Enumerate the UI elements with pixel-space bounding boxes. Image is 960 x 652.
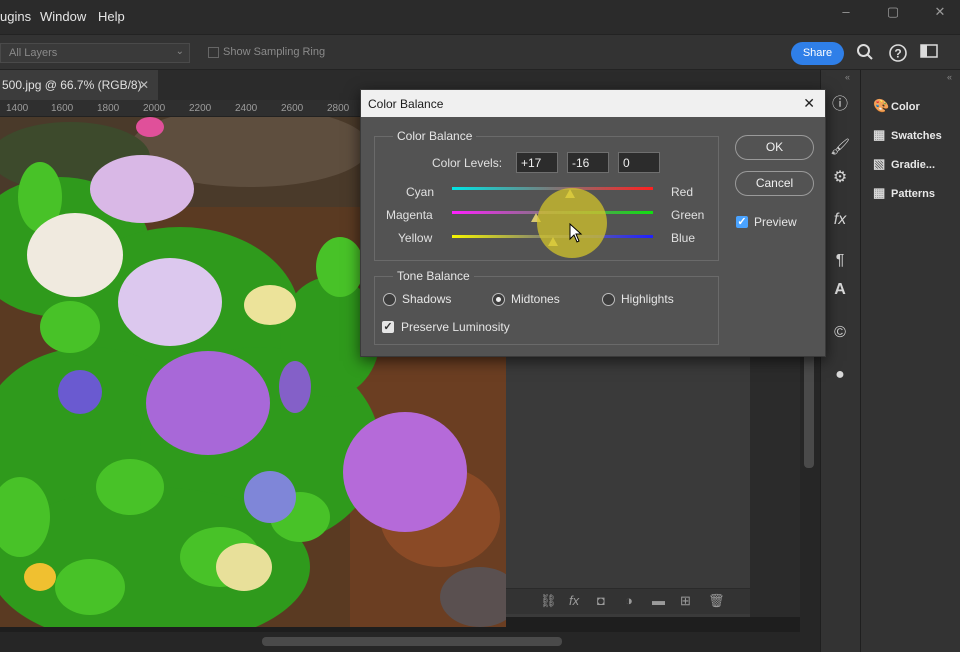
character-icon[interactable]: A [829, 279, 851, 301]
layers-panel [506, 357, 750, 617]
paragraph-icon[interactable]: ¶ [829, 250, 851, 272]
brush-icon[interactable]: 🖌 [829, 137, 851, 159]
adjustments-icon[interactable]: ⚙ [829, 167, 851, 189]
fx-icon[interactable]: fx [569, 593, 579, 608]
cancel-button[interactable]: Cancel [735, 171, 814, 196]
palette-icon: 🎨 [873, 98, 890, 113]
gradient-icon: ▧ [873, 156, 886, 171]
minimize-icon[interactable]: – [833, 4, 859, 24]
mouse-cursor-icon [569, 222, 583, 248]
level-magenta-green-input[interactable]: -16 [567, 152, 609, 173]
dialog-titlebar[interactable]: Color Balance ✕ [361, 90, 825, 117]
search-icon[interactable] [854, 43, 876, 65]
slider-left-label: Magenta [386, 208, 433, 222]
close-icon[interactable]: ✕ [803, 95, 815, 112]
chevron-down-icon: ⌄ [175, 46, 184, 57]
sampling-ring-checkbox[interactable] [208, 47, 219, 58]
new-layer-icon[interactable]: ⊞ [680, 593, 691, 609]
panel-patterns[interactable]: ▦ Patterns [873, 185, 935, 203]
camera-raw-icon[interactable]: © [829, 322, 851, 344]
ruler-tick: 2000 [143, 103, 166, 114]
shadows-radio[interactable] [383, 293, 396, 306]
group-title: Color Balance [393, 129, 477, 143]
ruler-tick: 2400 [235, 103, 258, 114]
options-bar: All Layers ⌄ Show Sampling Ring Share ? [0, 34, 960, 70]
sample-layers-select[interactable]: All Layers ⌄ [0, 43, 190, 63]
ruler-tick: 2600 [281, 103, 304, 114]
slider-left-label: Yellow [398, 231, 433, 245]
ruler-tick: 2200 [189, 103, 212, 114]
dialog-title: Color Balance [368, 97, 444, 111]
level-yellow-blue-input[interactable]: 0 [618, 152, 660, 173]
tone-balance-group: Tone Balance [374, 269, 719, 345]
ruler-tick: 1800 [97, 103, 120, 114]
close-icon[interactable]: ✕ [139, 78, 149, 92]
preserve-luminosity-label: Preserve Luminosity [401, 320, 510, 334]
panel-color[interactable]: 🎨 Color [873, 98, 920, 116]
menu-bar: ugins Window Help – ▢ ✕ [0, 0, 960, 34]
sample-layers-value: All Layers [9, 47, 58, 59]
layer-mask-icon[interactable]: ◘ [597, 593, 605, 608]
ruler-tick: 2800 [327, 103, 350, 114]
panel-swatches[interactable]: ▦ Swatches [873, 127, 942, 145]
layers-panel-footer: ⛓ fx ◘ ◑ ▬ ⊞ 🗑 [506, 588, 750, 614]
grid-icon: ▦ [873, 185, 886, 200]
horizontal-scroll-thumb[interactable] [262, 637, 562, 646]
ok-button[interactable]: OK [735, 135, 814, 160]
menu-window[interactable]: Window [40, 9, 86, 24]
midtones-label: Midtones [511, 292, 560, 306]
level-cyan-red-input[interactable]: +17 [516, 152, 558, 173]
sampling-ring-label: Show Sampling Ring [223, 46, 326, 58]
preview-label: Preview [754, 215, 797, 229]
color-levels-label: Color Levels: [432, 156, 503, 170]
shadows-label: Shadows [402, 292, 452, 306]
slider-left-label: Cyan [406, 185, 435, 199]
highlights-radio[interactable] [602, 293, 615, 306]
cyan-red-slider[interactable] [452, 187, 653, 190]
highlights-label: Highlights [621, 292, 674, 306]
slider-right-label: Blue [671, 231, 696, 245]
slider-right-label: Red [671, 185, 694, 199]
grid-icon: ▦ [873, 127, 886, 142]
svg-text:?: ? [894, 47, 901, 61]
circle-icon[interactable]: ● [829, 364, 851, 386]
slider-right-label: Green [671, 208, 705, 222]
ruler-tick: 1600 [51, 103, 74, 114]
panel-gradients[interactable]: ▧ Gradie... [873, 156, 935, 174]
adjustment-layer-icon[interactable]: ◑ [625, 593, 633, 608]
panel-gutter [750, 357, 800, 617]
workspace-icon[interactable] [918, 43, 940, 65]
preview-checkbox[interactable]: ✓ [736, 216, 748, 228]
panel-list: « 🎨 Color ▦ Swatches ▧ Gradie... ▦ Patterns [860, 70, 960, 652]
info-icon[interactable]: ⓘ [829, 94, 851, 116]
fx-styles-icon[interactable]: fx [829, 209, 851, 231]
ruler-tick: 1400 [6, 103, 29, 114]
menu-help[interactable]: Help [98, 9, 125, 24]
link-layers-icon[interactable]: ⛓ [540, 593, 557, 609]
folder-icon[interactable]: ▬ [652, 593, 665, 608]
group-title: Tone Balance [393, 269, 474, 283]
document-tab-label: 500.jpg @ 66.7% (RGB/8) [2, 78, 142, 92]
trash-icon[interactable]: 🗑 [708, 593, 725, 609]
preserve-luminosity-checkbox[interactable]: ✓ [382, 321, 394, 333]
share-button[interactable]: Share [791, 42, 844, 65]
menu-plugins[interactable]: ugins [0, 9, 31, 24]
document-tab[interactable]: 500.jpg @ 66.7% (RGB/8) ✕ [0, 70, 158, 100]
collapse-arrows-icon[interactable]: « [845, 72, 850, 82]
collapse-arrows-icon[interactable]: « [947, 72, 952, 82]
close-window-icon[interactable]: ✕ [927, 4, 953, 24]
midtones-radio[interactable] [492, 293, 505, 306]
maximize-icon[interactable]: ▢ [880, 4, 906, 24]
panel-icon-strip: « ⓘ 🖌 ⚙ fx ¶ A © ● [820, 70, 860, 652]
help-icon[interactable]: ? [887, 43, 909, 65]
